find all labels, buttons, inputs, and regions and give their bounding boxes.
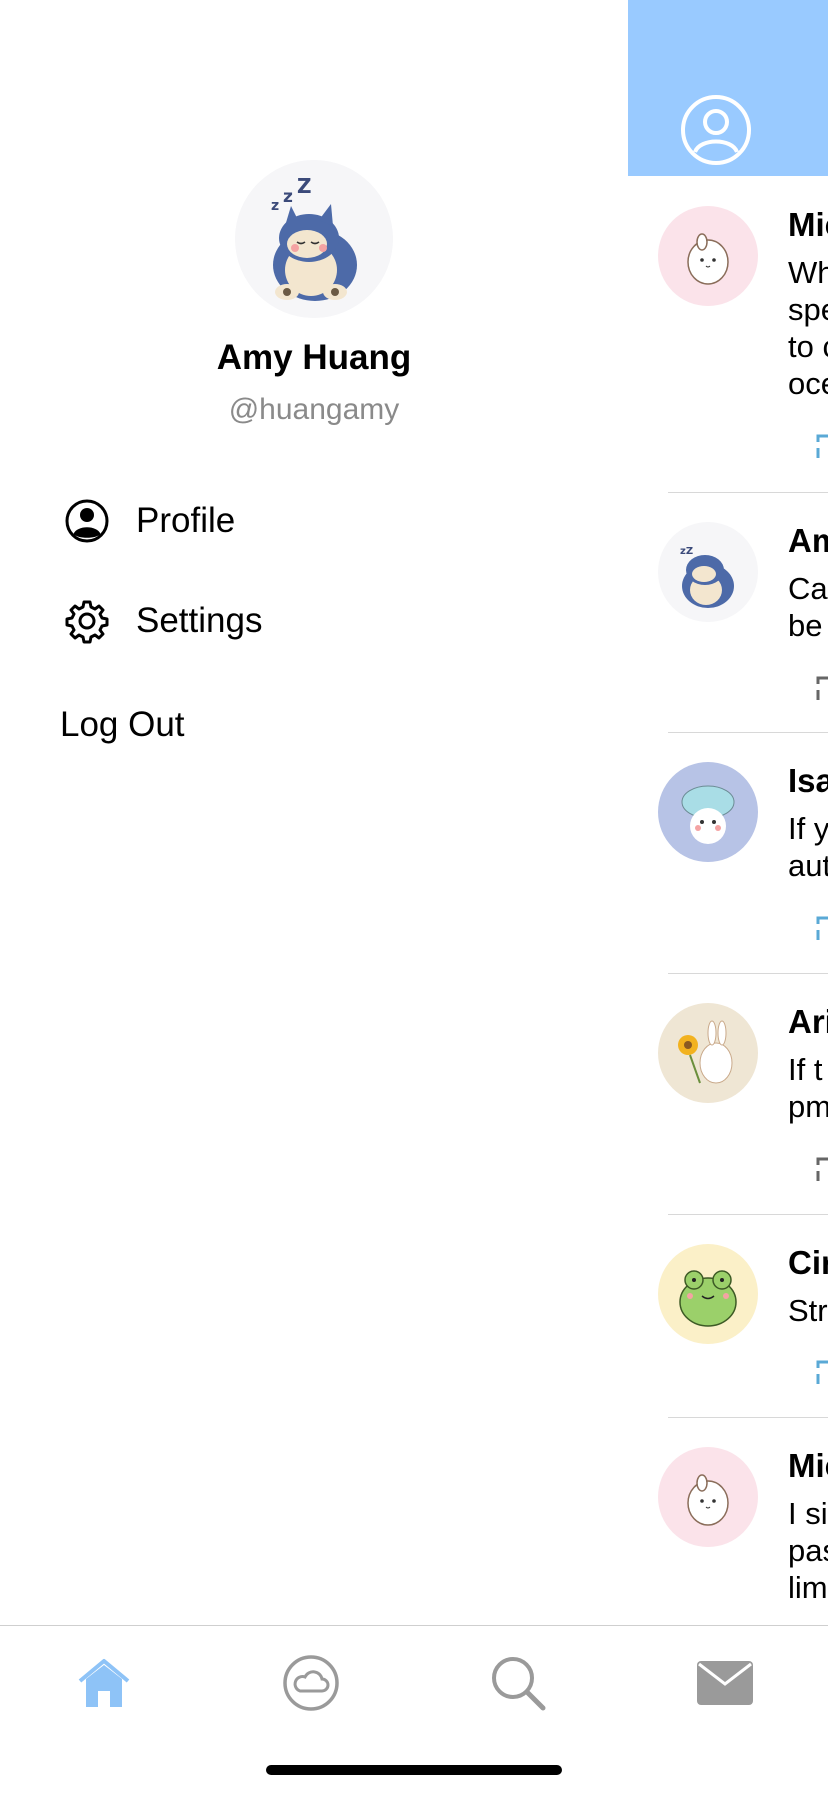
mushroom-avatar[interactable] [658, 762, 758, 862]
tab-messages[interactable] [690, 1648, 760, 1718]
post-author: Isa [788, 762, 828, 799]
home-icon [78, 1659, 130, 1707]
user-name: Amy Huang [216, 338, 412, 377]
menu-item-settings[interactable]: Settings [64, 598, 262, 644]
molang-avatar[interactable] [658, 206, 758, 306]
tab-home[interactable] [69, 1648, 139, 1718]
gear-icon [64, 598, 110, 644]
post-author: Am [788, 522, 828, 559]
svg-text:zZ: zZ [680, 546, 693, 557]
post-author: Mic [788, 1447, 828, 1484]
svg-text:Z: Z [297, 174, 312, 198]
logout-button[interactable]: Log Out [60, 705, 185, 745]
post-divider [668, 492, 828, 493]
post-author: Mic [788, 206, 828, 243]
bunny-sunflower-avatar[interactable] [658, 1003, 758, 1103]
tab-search[interactable] [483, 1648, 553, 1718]
post-text: Wh spe to c oce [788, 255, 828, 401]
frog-avatar[interactable] [658, 1244, 758, 1344]
post-divider [668, 1417, 828, 1418]
retweet-icon[interactable] [808, 428, 828, 464]
mail-icon [697, 1661, 753, 1705]
post-text: I si pas lim [788, 1496, 828, 1605]
svg-text:z: z [283, 187, 293, 207]
post-divider [668, 1214, 828, 1215]
retweet-icon[interactable] [808, 1354, 828, 1390]
user-handle: @huangamy [228, 393, 400, 426]
post-author: Ari [788, 1003, 828, 1040]
post-text: Ca be [788, 571, 828, 643]
post-text: If t pm [788, 1052, 828, 1124]
snorlax-avatar-icon: z z Z [235, 160, 393, 318]
retweet-icon[interactable] [808, 670, 828, 706]
person-circle-icon [64, 498, 110, 544]
menu-item-profile[interactable]: Profile [64, 498, 235, 544]
user-avatar[interactable]: z z Z [235, 160, 393, 318]
retweet-icon[interactable] [808, 910, 828, 946]
post-divider [668, 973, 828, 974]
snorlax-avatar[interactable]: zZ [658, 522, 758, 622]
feed-header [628, 0, 828, 176]
retweet-icon[interactable] [808, 1151, 828, 1187]
tab-cloud[interactable] [276, 1648, 346, 1718]
cloud-icon [283, 1655, 339, 1711]
home-feed: Mic Wh spe to c oce zZ Am Ca be Isa If y… [628, 0, 828, 1625]
side-drawer: z z Z Amy Huang @huangamy Profile Settin… [0, 0, 628, 1625]
post-text: If y aut [788, 811, 828, 883]
home-indicator[interactable] [266, 1765, 562, 1775]
post-author: Cir [788, 1244, 828, 1281]
search-icon [492, 1657, 546, 1711]
molang-avatar[interactable] [658, 1447, 758, 1547]
svg-text:z: z [271, 198, 279, 214]
menu-item-label: Profile [136, 501, 236, 540]
post-text: Str [788, 1293, 828, 1328]
menu-item-label: Settings [136, 601, 263, 640]
profile-button-icon[interactable] [680, 94, 752, 166]
post-divider [668, 732, 828, 733]
